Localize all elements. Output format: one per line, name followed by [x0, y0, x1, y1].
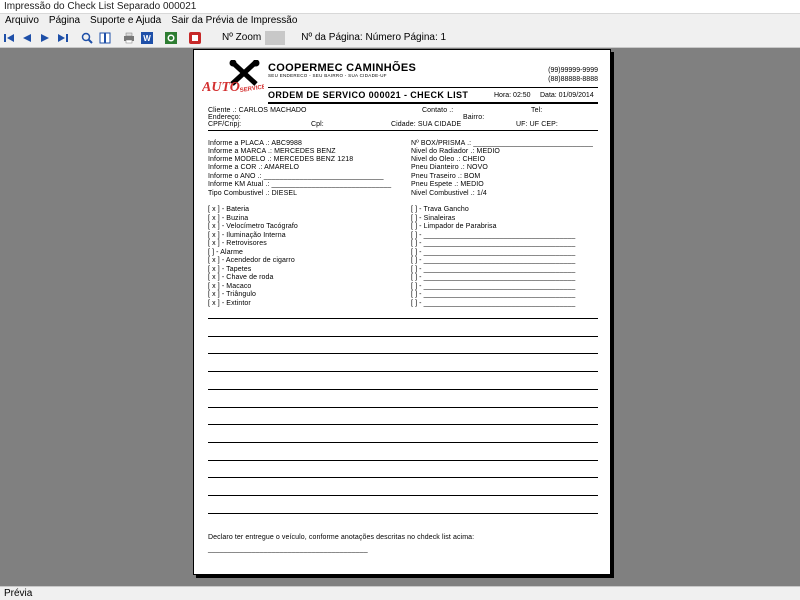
report-date: Data: 01/09/2014	[540, 92, 594, 99]
last-page-icon[interactable]	[55, 30, 71, 46]
checklist-item: [ ] - __________________________________…	[411, 274, 576, 281]
checklist-item: [ x ] - Macaco	[208, 282, 252, 290]
menu-arquivo[interactable]: Arquivo	[0, 14, 44, 28]
window-title: Impressão do Check List Separado 000021	[0, 0, 800, 14]
client-city: Cidade: SUA CIDADE	[391, 121, 462, 128]
svg-text:AUTO: AUTO	[202, 80, 240, 95]
client-section-rule	[208, 130, 598, 131]
vehicle-combustivel: Tipo Combustivel .: DIESEL	[208, 190, 298, 197]
checklist-item: [ x ] - Acendedor de cigarro	[208, 257, 295, 264]
zoom-label: Nº Zoom	[222, 32, 262, 43]
vehicle-cor: Informe a COR .: AMARELO	[208, 164, 300, 171]
client-uf-cep: UF: UF CEP:	[516, 121, 558, 128]
checklist-item: [ x ] - Retrovisores	[208, 240, 267, 247]
two-pages-icon[interactable]	[97, 30, 113, 46]
phone-1: (99)99999-9999	[548, 67, 598, 74]
checklist-item: [ ] - Sinaleiras	[411, 214, 456, 222]
signature-line: ________________________________________	[208, 546, 368, 553]
menu-bar: Arquivo Página Suporte e Ajuda Sair da P…	[0, 14, 800, 28]
note-line	[208, 388, 598, 390]
checklist-item: [ ] - Limpador de Parabrisa	[411, 223, 497, 230]
checklist-item: [ ] - __________________________________…	[411, 240, 576, 247]
checklist-item: [ ] - __________________________________…	[411, 248, 576, 256]
zoom-input[interactable]	[265, 30, 286, 45]
vehicle-pneu-estepe: Pneu Espete .: MEDIO	[411, 181, 484, 188]
checklist-item: [ ] - __________________________________…	[411, 231, 576, 239]
checklist-item: [ ] - __________________________________…	[411, 282, 576, 290]
status-bar: Prévia	[0, 586, 800, 600]
checklist-item: [ x ] - Buzina	[208, 214, 249, 222]
checklist-item: [ x ] - Extintor	[208, 299, 251, 307]
checklist-item: [ x ] - Triângulo	[208, 291, 256, 298]
report-time: Hora: 02:50	[494, 92, 531, 99]
note-line	[208, 335, 598, 337]
declaration-text: Declaro ter entregue o veículo, conforme…	[208, 534, 475, 541]
note-line	[208, 318, 598, 319]
checklist-item: [ ] - __________________________________…	[411, 265, 576, 273]
client-cpf: CPF/Cnpj:	[208, 121, 242, 128]
checklist-item: [ ] - Alarme	[208, 248, 244, 256]
next-page-icon[interactable]	[37, 30, 53, 46]
close-preview-icon[interactable]	[187, 30, 203, 46]
previous-page-icon[interactable]	[19, 30, 35, 46]
vehicle-oleo: Nivel do Oleo .: CHEIO	[411, 156, 486, 163]
first-page-icon[interactable]	[1, 30, 17, 46]
vehicle-pneu-traseiro: Pneu Traseiro .: BOM	[411, 173, 481, 180]
header-rule-bottom	[268, 102, 598, 104]
checklist-item: [ ] - __________________________________…	[411, 291, 576, 298]
menu-sair-previa[interactable]: Sair da Prévia de Impressão	[166, 14, 302, 28]
vehicle-km: Informe KM Atual .: ____________________…	[208, 181, 392, 188]
header-rule-top	[268, 87, 598, 88]
client-complement: Cpl:	[311, 121, 324, 128]
client-contact: Contato .:	[422, 107, 454, 114]
svg-text:SERVICE: SERVICE	[239, 84, 264, 94]
note-line	[208, 441, 598, 443]
checklist-item: [ x ] - Tapetes	[208, 265, 252, 273]
note-line	[208, 477, 598, 479]
checklist-item: [ ] - __________________________________…	[411, 299, 576, 307]
vehicle-marca: Informe a MARCA .: MERCEDES BENZ	[208, 148, 336, 155]
client-district: Bairro:	[463, 114, 485, 121]
menu-pagina[interactable]: Página	[44, 14, 85, 28]
checklist-item: [ x ] - Iluminação Interna	[208, 231, 286, 239]
print-icon[interactable]	[121, 30, 137, 46]
autoservice-logo: AUTO SERVICE	[202, 60, 264, 95]
svg-text:W: W	[143, 34, 151, 43]
vehicle-nivel-combustivel: Nivel Combustivel .: 1/4	[411, 190, 487, 197]
page-number-label: Nº da Página: Número Página: 1	[301, 32, 447, 43]
note-line	[208, 424, 598, 426]
checklist-item: [ x ] - Velocímetro Tacógrafo	[208, 223, 298, 230]
vehicle-modelo: Informe MODELO .: MERCEDES BENZ 1218	[208, 156, 354, 163]
note-line	[208, 353, 598, 355]
vehicle-ano: Informe o ANO .: _______________________…	[208, 173, 384, 180]
note-line	[208, 512, 598, 514]
menu-suporte[interactable]: Suporte e Ajuda	[85, 14, 166, 28]
word-export-icon[interactable]: W	[139, 30, 155, 46]
client-phone: Tel:	[531, 107, 543, 114]
zoom-icon[interactable]	[79, 30, 95, 46]
note-line	[208, 459, 598, 461]
note-line	[208, 371, 598, 373]
preview-area[interactable]: AUTO SERVICE COOPERMEC CAMINHÕES SEU END…	[0, 49, 800, 586]
vehicle-placa: Informe a PLACA .: ABC9988	[208, 140, 303, 147]
vehicle-box: Nº BOX/PRISMA .: _______________________…	[411, 140, 594, 147]
os-title: ORDEM DE SERVICO 000021 - CHECK LIST	[268, 90, 469, 100]
checklist-item: [ x ] - Bateria	[208, 206, 250, 213]
checklist-item: [ ] - Trava Gancho	[411, 206, 469, 213]
phone-2: (88)88888-8888	[548, 76, 598, 83]
checklist-item: [ x ] - Chave de roda	[208, 274, 274, 281]
company-address: SEU ENDERECO - SEU BAIRRO - SUA CIDADE-U…	[268, 73, 387, 78]
company-phones: (99)99999-9999 (88)88888-8888	[548, 66, 598, 84]
note-line	[208, 406, 598, 408]
toolbar: W Nº Zoom Nº da Página: Número Página: 1	[0, 28, 800, 48]
vehicle-radiador: Nivel do Radiador .: MEDIO	[411, 148, 500, 155]
checklist-item: [ ] - __________________________________…	[411, 257, 576, 264]
note-line	[208, 495, 598, 496]
excel-export-icon[interactable]	[163, 30, 179, 46]
report-page: AUTO SERVICE COOPERMEC CAMINHÕES SEU END…	[193, 49, 611, 575]
vehicle-pneu-dianteiro: Pneu Dianteiro .: NOVO	[411, 164, 488, 171]
